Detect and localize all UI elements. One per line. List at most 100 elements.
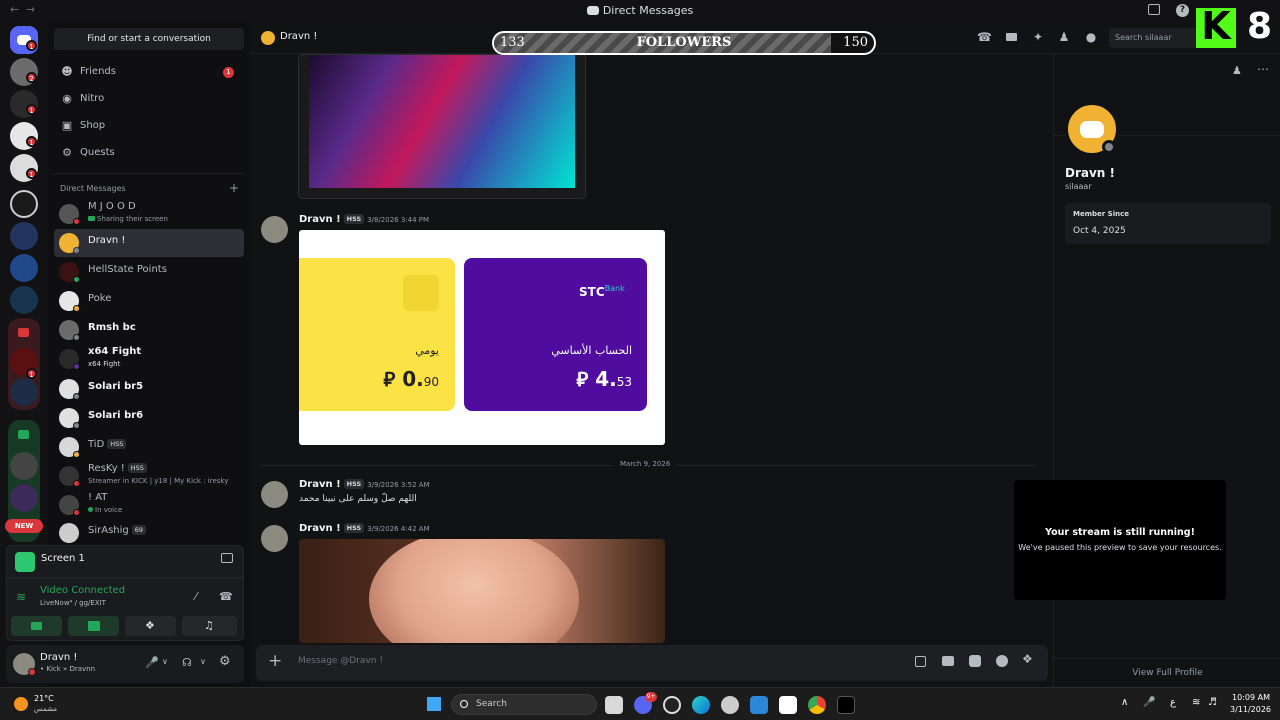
camera-button[interactable]	[11, 616, 62, 636]
obs-icon[interactable]	[663, 696, 681, 714]
stream-paused-notice: Your stream is still running! We've paus…	[1014, 480, 1226, 600]
emoji-icon[interactable]	[996, 655, 1008, 667]
dm-item-active[interactable]: Dravn !	[54, 229, 244, 257]
dm-item[interactable]: SirAshig 69	[54, 519, 244, 547]
chevron-down-icon[interactable]: ∨	[162, 657, 168, 666]
wifi-icon[interactable]: ≋	[1192, 697, 1200, 708]
chevron-down-icon[interactable]: ∨	[200, 657, 206, 666]
task-view-icon[interactable]	[605, 696, 623, 714]
avatar[interactable]	[261, 216, 288, 243]
apps-icon[interactable]: ❖	[1022, 652, 1033, 666]
dm-item[interactable]: Solari br5	[54, 375, 244, 403]
voice-call-icon[interactable]: ☎	[977, 30, 992, 44]
server-icon[interactable]	[10, 484, 38, 512]
author-name[interactable]: Dravn !	[299, 479, 341, 490]
nav-shop[interactable]: ▣ Shop	[54, 113, 244, 139]
chrome-icon[interactable]	[808, 696, 826, 714]
server-folder[interactable]	[8, 318, 40, 410]
gif-attachment[interactable]	[299, 539, 665, 643]
avatar	[261, 31, 275, 45]
windows-start-icon[interactable]	[427, 697, 441, 711]
inbox-icon[interactable]	[1148, 4, 1160, 15]
settings-gear-icon[interactable]: ⚙	[219, 654, 231, 669]
dm-item[interactable]: TiD HSS	[54, 433, 244, 461]
voice-channel[interactable]: LiveNow⁴ / gg/EXIT	[40, 599, 106, 607]
video-call-icon[interactable]	[1004, 30, 1018, 44]
view-full-profile-link[interactable]: View Full Profile	[1054, 668, 1280, 678]
server-icon[interactable]	[10, 222, 38, 250]
sticker-icon[interactable]	[969, 655, 981, 667]
bank-screenshot-attachment[interactable]: يومي ⃁ 0.90 STCBank الحساب الأساسي ⃁ 4.5…	[299, 230, 665, 445]
weather-icon[interactable]	[14, 697, 28, 711]
avatar[interactable]	[261, 525, 288, 552]
volume-icon[interactable]: ♬	[1208, 697, 1217, 708]
unread-badge: 1	[26, 168, 37, 179]
dm-name: TiD HSS	[88, 439, 127, 450]
capcut-icon[interactable]	[779, 696, 797, 714]
dm-item[interactable]: ResKy ! HSS Streamer in KICK | y18 | My K…	[54, 462, 244, 490]
separator	[1054, 658, 1280, 659]
author-name[interactable]: Dravn !	[299, 214, 341, 225]
voice-status[interactable]: Video Connected	[40, 585, 125, 596]
gif-icon[interactable]	[942, 656, 954, 666]
dm-item[interactable]: Solari br6	[54, 404, 244, 432]
user-profile-icon[interactable]: ●	[1084, 30, 1098, 44]
pin-icon[interactable]: ✦	[1031, 30, 1045, 44]
server-icon[interactable]	[10, 190, 38, 218]
activities-button[interactable]: ❖	[125, 616, 176, 636]
server-icon[interactable]	[10, 452, 38, 480]
weather-desc: مشمس	[34, 705, 57, 713]
guild-tag: 69	[131, 525, 147, 535]
gift-icon[interactable]	[915, 656, 926, 667]
guild-tag: HSS	[127, 463, 147, 473]
microphone-icon[interactable]: 🎤	[145, 656, 159, 669]
avatar[interactable]	[261, 481, 288, 508]
server-icon[interactable]	[10, 286, 38, 314]
dm-item[interactable]: M J O O D Sharing their screen	[54, 200, 244, 228]
tray-mic-icon[interactable]: 🎤	[1143, 697, 1155, 708]
stream-notice-body: We've paused this preview to save your r…	[1018, 543, 1222, 552]
create-dm-icon[interactable]: +	[229, 181, 239, 195]
nitro-icon: ◉	[62, 92, 72, 105]
nav-friends[interactable]: ☻ Friends 1	[54, 59, 244, 85]
dm-item[interactable]: Rmsh bc	[54, 316, 244, 344]
status-idle-icon	[73, 451, 80, 458]
dm-item[interactable]: HellState Points	[54, 258, 244, 286]
server-icon[interactable]	[10, 254, 38, 282]
status-offline-icon	[73, 393, 80, 400]
disconnect-icon[interactable]: ☎	[219, 590, 233, 603]
find-conversation-button[interactable]: Find or start a conversation	[54, 28, 244, 50]
tiktok-icon[interactable]	[837, 696, 855, 714]
server-icon[interactable]	[10, 378, 38, 406]
nav-nitro[interactable]: ◉ Nitro	[54, 86, 244, 112]
add-friend-icon[interactable]: ♟	[1232, 64, 1242, 77]
stop-stream-icon[interactable]	[221, 553, 233, 563]
screen-share-button[interactable]	[68, 616, 119, 636]
more-options-icon[interactable]: ⋯	[1257, 62, 1269, 76]
headphones-icon[interactable]: ☊	[182, 656, 192, 669]
author-name[interactable]: Dravn !	[299, 523, 341, 534]
clock-date[interactable]: 3/11/2026	[1230, 705, 1271, 714]
attachment-image[interactable]	[298, 54, 586, 199]
edge-icon[interactable]	[692, 696, 710, 714]
dm-item[interactable]: x64 Fight x64 Fight	[54, 345, 244, 373]
dm-activity: Streamer in KICK | y18 | My Kick : iresk…	[88, 477, 229, 485]
tray-chevron-icon[interactable]: ∧	[1121, 697, 1128, 708]
store-icon[interactable]	[750, 696, 768, 714]
soundboard-button[interactable]: ♫	[182, 616, 237, 636]
attach-plus-icon[interactable]: +	[268, 651, 282, 671]
noise-suppression-icon[interactable]: ⁄	[195, 590, 197, 603]
dm-item[interactable]: Poke	[54, 287, 244, 315]
add-friends-icon[interactable]: ♟	[1057, 30, 1071, 44]
window-title: Direct Messages	[0, 4, 1280, 17]
dm-item[interactable]: ! AT In voice	[54, 491, 244, 519]
help-icon[interactable]: ?	[1176, 4, 1189, 17]
taskbar-search[interactable]: Search	[451, 694, 597, 715]
nav-quests[interactable]: ⚙ Quests	[54, 140, 244, 166]
clock-time[interactable]: 10:09 AM	[1232, 693, 1270, 702]
settings-taskbar-icon[interactable]	[721, 696, 739, 714]
search-label: Search	[476, 699, 507, 709]
message-input[interactable]: Message @Dravn !	[298, 656, 858, 666]
dm-name: Dravn !	[88, 235, 126, 246]
language-indicator[interactable]: ع	[1170, 697, 1176, 708]
